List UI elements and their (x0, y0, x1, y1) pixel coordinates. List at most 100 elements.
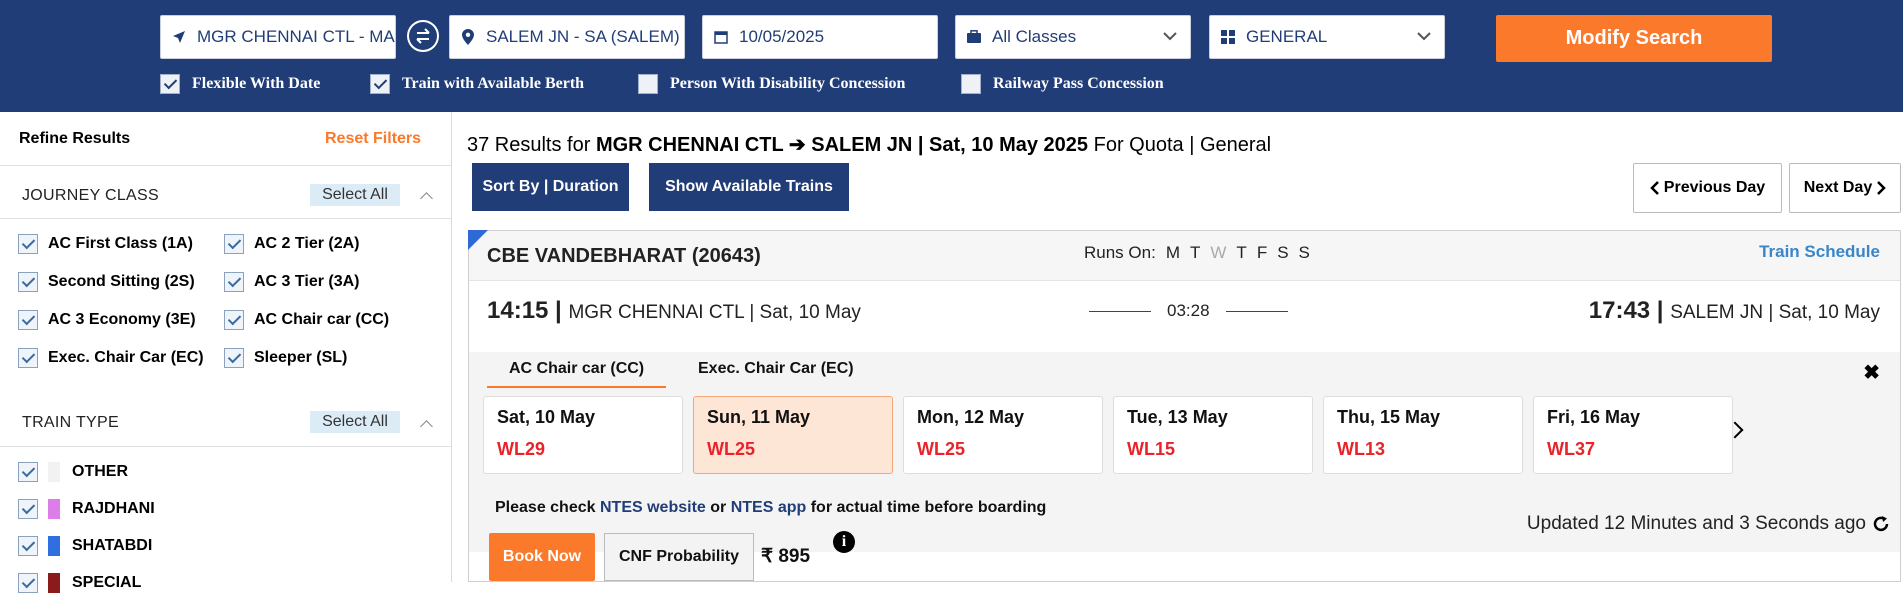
run-day: M (1165, 243, 1180, 262)
availability-date-card[interactable]: Sat, 10 May WL29 (483, 396, 683, 474)
search-bar: MGR CHENNAI CTL - MAS SALEM JN - SA (SAL… (0, 0, 1903, 112)
calendar-icon (703, 30, 739, 44)
class-filter-2s[interactable]: Second Sitting (2S) (18, 272, 195, 292)
availability-date-card[interactable]: Fri, 16 May WL37 (1533, 396, 1733, 474)
availability-date-card-selected[interactable]: Sun, 11 May WL25 (693, 396, 893, 474)
next-day-button[interactable]: Next Day (1789, 163, 1901, 213)
checkbox[interactable] (18, 234, 38, 254)
class-filter-ec[interactable]: Exec. Chair Car (EC) (18, 348, 204, 368)
quota-select[interactable]: GENERAL (1209, 15, 1445, 59)
info-icon[interactable]: i (833, 531, 855, 553)
ntes-app-link[interactable]: NTES app (731, 499, 807, 516)
train-type-special[interactable]: SPECIAL (18, 573, 141, 593)
reset-filters-link[interactable]: Reset Filters (325, 130, 421, 148)
class-select[interactable]: All Classes (955, 15, 1191, 59)
show-available-trains-button[interactable]: Show Available Trains (649, 163, 849, 211)
duration: 03:28 (1089, 301, 1288, 321)
class-filter-3e[interactable]: AC 3 Economy (3E) (18, 310, 196, 330)
available-berth-option[interactable]: Train with Available Berth (370, 74, 584, 94)
type-color-swatch (48, 462, 60, 482)
sidebar-title: Refine Results (19, 130, 131, 147)
checkbox[interactable] (18, 536, 38, 556)
class-filter-3a[interactable]: AC 3 Tier (3A) (224, 272, 360, 292)
checkbox[interactable] (961, 74, 981, 94)
from-station-input[interactable]: MGR CHENNAI CTL - MAS (160, 15, 396, 59)
class-filter-2a[interactable]: AC 2 Tier (2A) (224, 234, 360, 254)
book-now-button[interactable]: Book Now (489, 533, 595, 581)
results-summary: 37 Results for MGR CHENNAI CTL ➔ SALEM J… (467, 134, 1272, 156)
checkbox[interactable] (18, 499, 38, 519)
checkbox[interactable] (224, 310, 244, 330)
availability-date-card[interactable]: Mon, 12 May WL25 (903, 396, 1103, 474)
chevron-left-icon (1650, 181, 1659, 195)
previous-day-button[interactable]: Previous Day (1633, 163, 1782, 213)
disability-concession-option[interactable]: Person With Disability Concession (638, 74, 905, 94)
train-type-select-all[interactable]: Select All (310, 411, 400, 433)
checkbox[interactable] (224, 234, 244, 254)
run-day: F (1256, 243, 1268, 262)
type-color-swatch (48, 573, 60, 593)
train-schedule-link[interactable]: Train Schedule (1759, 242, 1880, 262)
fare: ₹ 895 (761, 546, 811, 567)
tab-ec[interactable]: Exec. Chair Car (EC) (698, 360, 854, 378)
checkbox[interactable] (370, 74, 390, 94)
refresh-icon[interactable] (1872, 515, 1890, 533)
type-color-swatch (48, 499, 60, 519)
checkbox[interactable] (160, 74, 180, 94)
flexible-date-option[interactable]: Flexible With Date (160, 74, 320, 94)
train-type-shatabdi[interactable]: SHATABDI (18, 536, 152, 556)
runs-on: Runs On: M T W T F S S (1084, 243, 1310, 262)
train-type-title: TRAIN TYPE (22, 414, 119, 431)
swap-stations-button[interactable] (407, 20, 439, 52)
cnf-probability-button[interactable]: CNF Probability (604, 533, 754, 581)
updated-status: Updated 12 Minutes and 3 Seconds ago (1527, 513, 1890, 535)
tab-cc[interactable]: AC Chair car (CC) (487, 360, 667, 388)
journey-class-title: JOURNEY CLASS (22, 187, 159, 204)
checkbox[interactable] (224, 348, 244, 368)
checkbox[interactable] (224, 272, 244, 292)
filter-sidebar: Refine Results Reset Filters JOURNEY CLA… (0, 112, 452, 593)
chevron-down-icon (1416, 28, 1432, 49)
modify-search-button[interactable]: Modify Search (1496, 15, 1772, 62)
collapse-icon[interactable] (420, 192, 433, 205)
divider (0, 218, 451, 219)
arrival: 17:43 | SALEM JN | Sat, 10 May (1588, 297, 1880, 324)
sort-by-duration-button[interactable]: Sort By | Duration (472, 163, 629, 211)
divider (1225, 310, 1288, 312)
navigation-arrow-icon (161, 30, 197, 44)
checkbox[interactable] (638, 74, 658, 94)
checkbox[interactable] (18, 462, 38, 482)
run-day: S (1277, 243, 1289, 262)
departure: 14:15 | MGR CHENNAI CTL | Sat, 10 May (487, 297, 861, 324)
run-day: S (1298, 243, 1310, 262)
train-type-other[interactable]: OTHER (18, 462, 128, 482)
type-color-swatch (48, 536, 60, 556)
class-filter-1a[interactable]: AC First Class (1A) (18, 234, 193, 254)
corner-marker (468, 230, 488, 250)
chevron-right-icon (1877, 181, 1887, 195)
collapse-icon[interactable] (420, 420, 433, 433)
results-panel: 37 Results for MGR CHENNAI CTL ➔ SALEM J… (453, 112, 1903, 582)
journey-date-input[interactable]: 10/05/2025 (702, 15, 938, 59)
location-pin-icon (450, 29, 486, 45)
ntes-website-link[interactable]: NTES website (600, 499, 706, 516)
checkbox[interactable] (18, 310, 38, 330)
checkbox[interactable] (18, 348, 38, 368)
train-type-rajdhani[interactable]: RAJDHANI (18, 499, 155, 519)
checkbox[interactable] (18, 573, 38, 593)
divider (0, 446, 451, 447)
railway-pass-option[interactable]: Railway Pass Concession (961, 74, 1164, 94)
checkbox[interactable] (18, 272, 38, 292)
chevron-down-icon (1162, 28, 1178, 49)
run-day: T (1236, 243, 1247, 262)
availability-date-card[interactable]: Tue, 13 May WL15 (1113, 396, 1313, 474)
train-card-header: CBE VANDEBHARAT (20643) Runs On: M T W T… (468, 230, 1900, 281)
sidebar-header: Refine Results Reset Filters (0, 112, 451, 166)
close-icon[interactable]: ✖ (1863, 360, 1880, 385)
class-filter-sl[interactable]: Sleeper (SL) (224, 348, 347, 368)
journey-class-select-all[interactable]: Select All (310, 184, 400, 206)
journey-times: 14:15 | MGR CHENNAI CTL | Sat, 10 May 03… (487, 297, 1880, 327)
availability-date-card[interactable]: Thu, 15 May WL13 (1323, 396, 1523, 474)
class-filter-cc[interactable]: AC Chair car (CC) (224, 310, 389, 330)
to-station-input[interactable]: SALEM JN - SA (SALEM) (449, 15, 685, 59)
